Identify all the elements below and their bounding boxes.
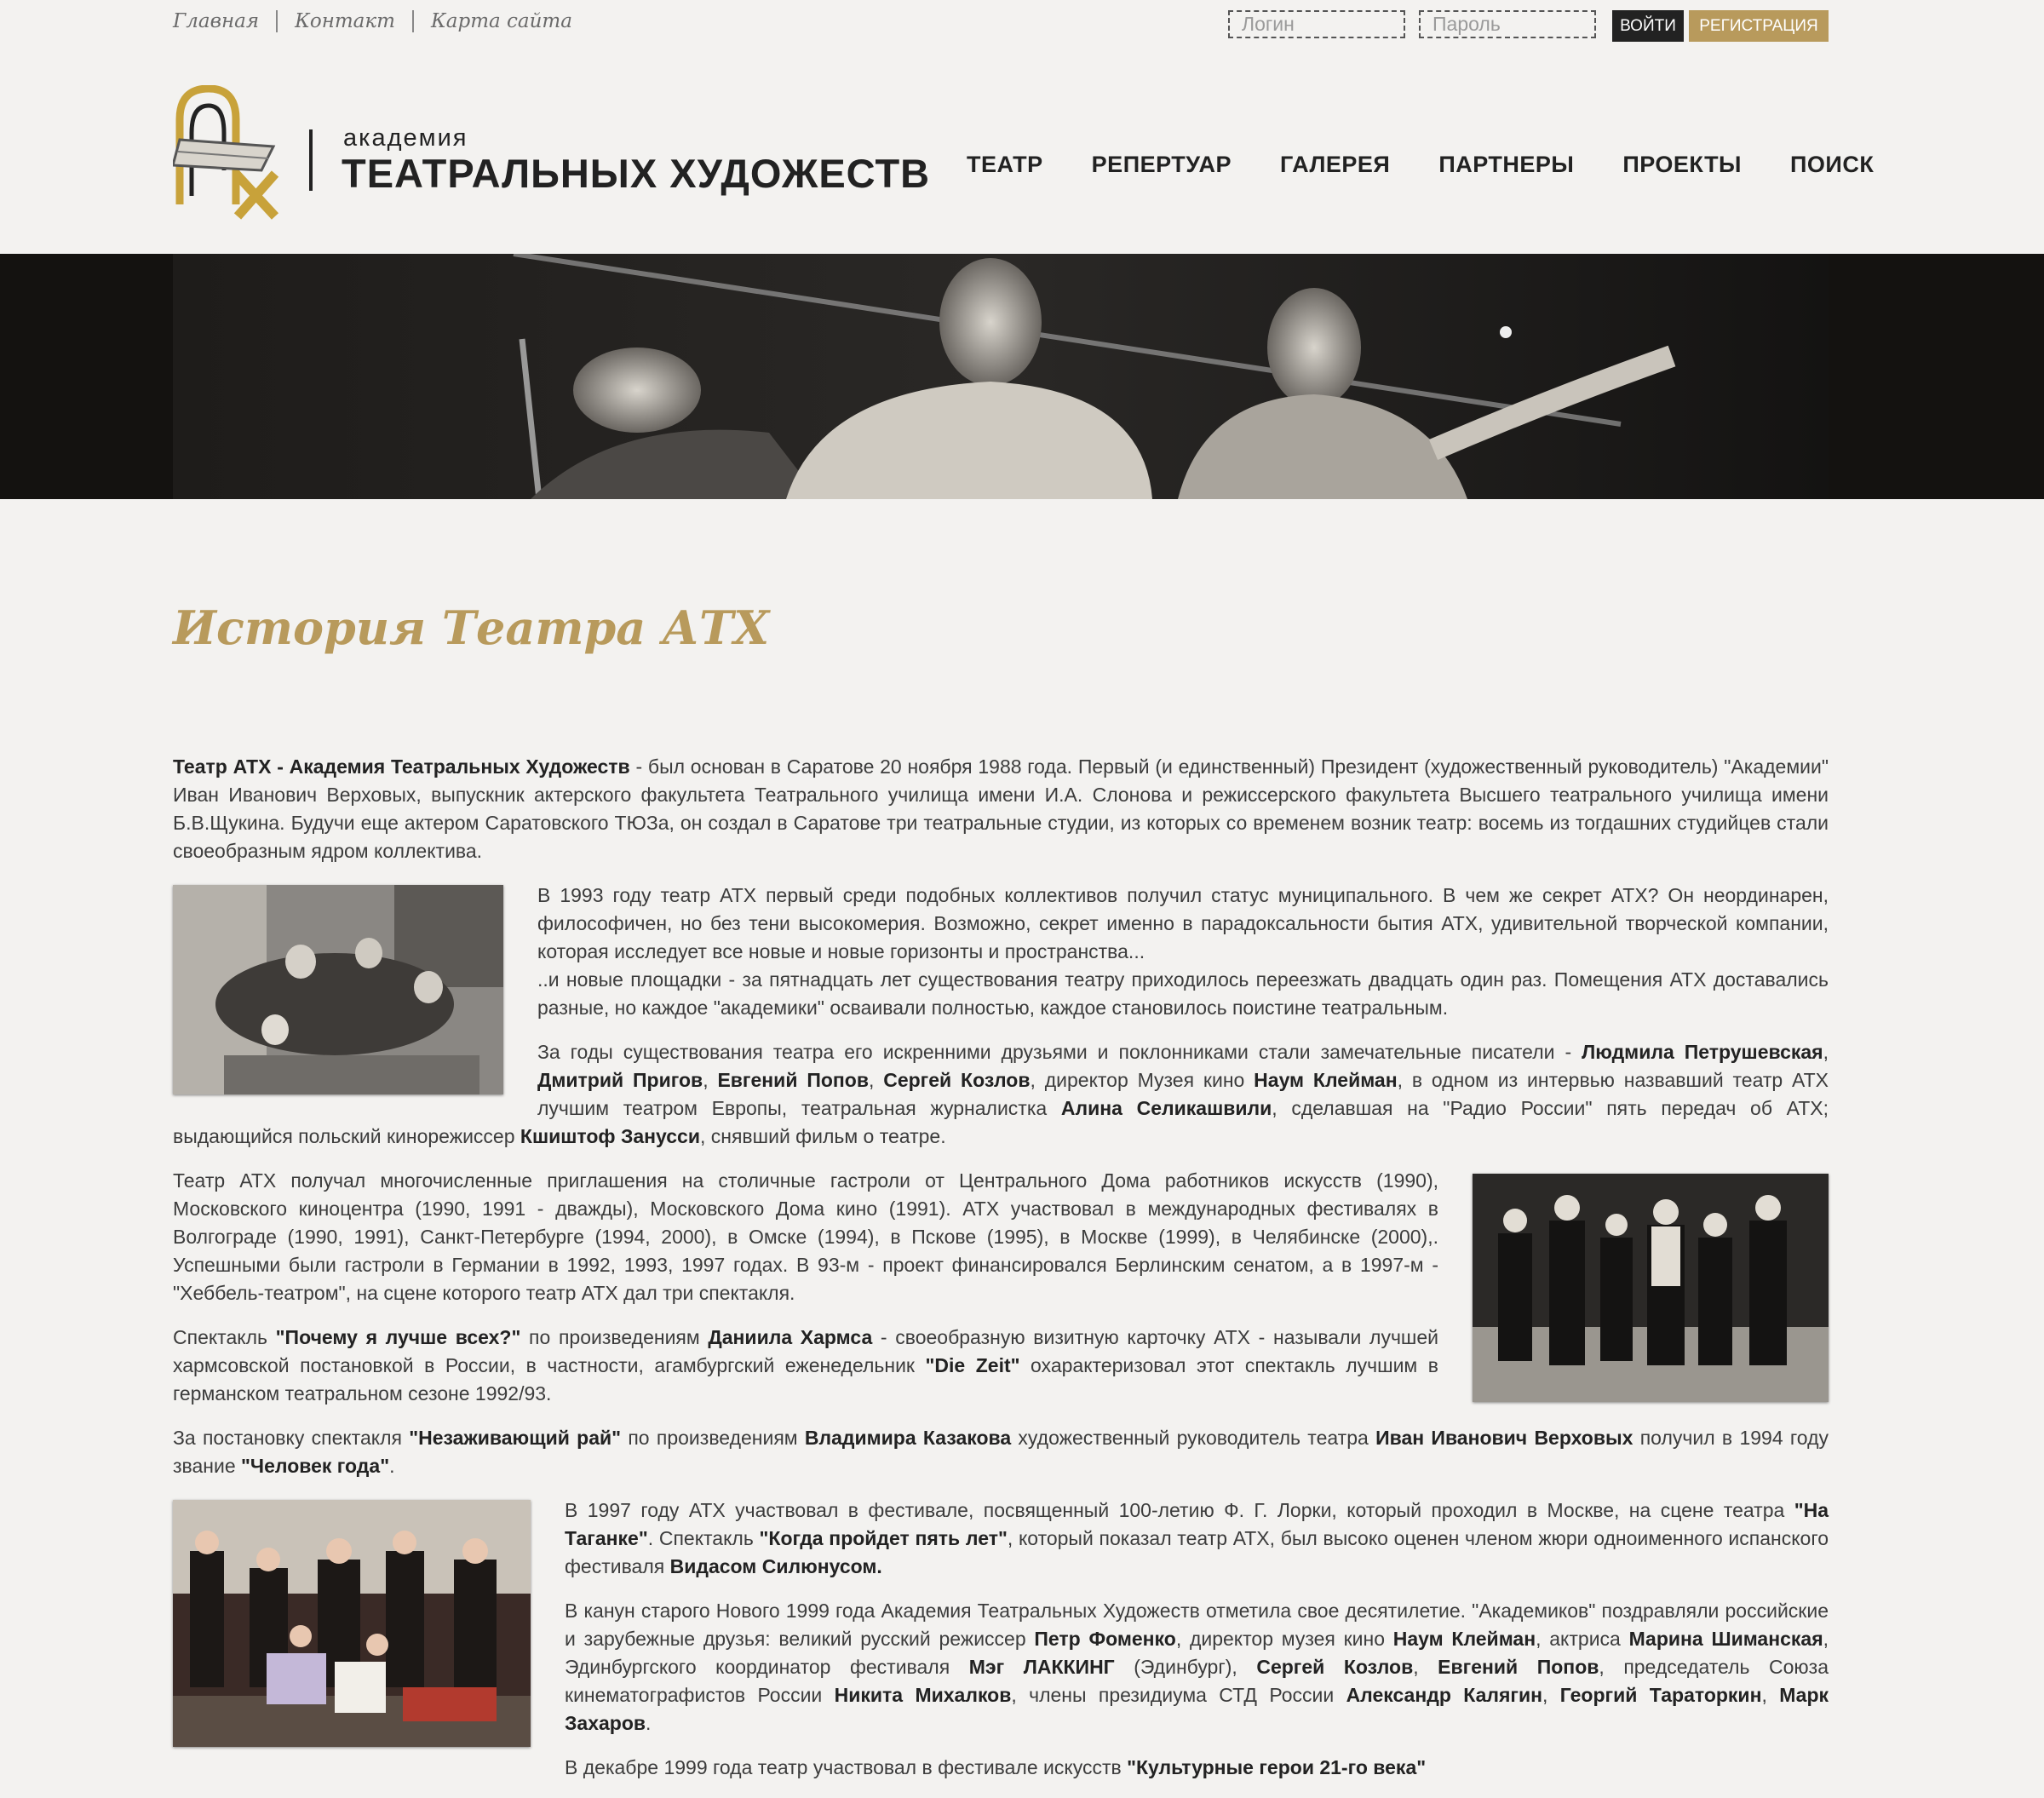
text-run: За постановку спектакля [173, 1427, 410, 1449]
text-run: (Эдинбург), [1114, 1656, 1257, 1678]
bold-text: Сергей Козлов [1256, 1656, 1414, 1678]
text-run: . Спектакль [647, 1527, 760, 1549]
bold-text: Наум Клейман [1254, 1069, 1398, 1091]
top-bar: Главная Контакт Карта сайта ВОЙТИ РЕГИСТ… [0, 0, 2044, 51]
photo-group-floor[interactable] [173, 885, 503, 1094]
bold-text: Евгений Попов [1438, 1656, 1599, 1678]
top-link-contact[interactable]: Контакт [276, 10, 412, 32]
text-run: В 1997 году АТХ участвовал в фестивале, … [565, 1499, 1794, 1521]
login-form [1228, 10, 1596, 38]
hero-banner [0, 254, 2044, 499]
nav-gallery[interactable]: ГАЛЕРЕЯ [1280, 152, 1390, 178]
top-links: Главная Контакт Карта сайта [173, 10, 589, 32]
text-run: , директор Музея кино [1030, 1069, 1255, 1091]
bold-text: "Незаживающий рай" [409, 1427, 622, 1449]
bold-text: Алина Селикашвили [1060, 1097, 1272, 1119]
text-run: . [646, 1712, 652, 1734]
bold-text: Театр АТХ - Академия Театральных Художес… [173, 755, 630, 778]
text-run: , актриса [1536, 1628, 1629, 1650]
site-logo[interactable]: академия ТЕАТРАЛЬНЫХ ХУДОЖЕСТВ [173, 85, 929, 221]
text-run: В декабре 1999 года театр участвовал в ф… [565, 1756, 1128, 1778]
bold-text: Владимира Казакова [804, 1427, 1012, 1449]
bold-text: Марина Шиманская [1628, 1628, 1823, 1650]
bold-text: "Die Zeit" [925, 1354, 1020, 1376]
text-run: по произведениям [520, 1326, 709, 1348]
bold-text: Наум Клейман [1392, 1628, 1536, 1650]
password-input[interactable] [1419, 10, 1596, 38]
bold-text: Дмитрий Пригов [537, 1069, 703, 1091]
paragraph: За постановку спектакля "Незаживающий ра… [173, 1424, 1829, 1480]
bold-text: Кшиштоф Занусси [520, 1125, 700, 1147]
nav-repertoire[interactable]: РЕПЕРТУАР [1092, 152, 1232, 178]
photo-group-standing[interactable] [1473, 1174, 1829, 1402]
bold-text: Сергей Козлов [883, 1069, 1031, 1091]
bold-text: Александр Калягин [1346, 1684, 1542, 1706]
text-run: по произведениям [621, 1427, 805, 1449]
text-run: , [868, 1069, 884, 1091]
bold-text: Георгий Тараторкин [1559, 1684, 1762, 1706]
logo-subtitle: академия [343, 124, 468, 152]
bold-text: "Почему я лучше всех?" [275, 1326, 521, 1348]
bold-text: Видасом Силюнусом. [669, 1555, 882, 1577]
bold-text: Петр Фоменко [1034, 1628, 1176, 1650]
text-run: , [1542, 1684, 1560, 1706]
bold-text: Мэг ЛАККИНГ [968, 1656, 1115, 1678]
bold-text: Никита Михалков [834, 1684, 1012, 1706]
text-run: . [389, 1455, 395, 1477]
paragraph: В декабре 1999 года театр участвовал в ф… [173, 1754, 1829, 1782]
nav-search[interactable]: ПОИСК [1790, 152, 1874, 178]
photo-actors-floor [173, 885, 503, 1094]
login-input[interactable] [1228, 10, 1405, 38]
text-run: , [703, 1069, 718, 1091]
text-run: , [1761, 1684, 1780, 1706]
bold-text: "Культурные герои 21-го века" [1127, 1756, 1427, 1778]
text-run: художественный руководитель театра [1011, 1427, 1376, 1449]
text-run: ..и новые площадки - за пятнадцать лет с… [537, 968, 1829, 1019]
bold-text: Людмила Петрушевская [1582, 1041, 1823, 1063]
top-link-sitemap[interactable]: Карта сайта [411, 10, 589, 32]
logo-title: ТЕАТРАЛЬНЫХ ХУДОЖЕСТВ [342, 151, 931, 196]
paragraph: Театр АТХ - Академия Театральных Художес… [173, 753, 1829, 865]
bold-text: Евгений Попов [717, 1069, 869, 1091]
bold-text: "Человек года" [241, 1455, 390, 1477]
text-run: , [1823, 1041, 1829, 1063]
logo-mark-icon [173, 85, 279, 220]
logo-divider [309, 129, 313, 191]
text-run: Спектакль [173, 1326, 276, 1348]
bold-text: "Когда пройдет пять лет" [759, 1527, 1008, 1549]
photo-actors-color [173, 1500, 531, 1747]
page-title: История Театра АТХ [173, 600, 770, 655]
nav-projects[interactable]: ПРОЕКТЫ [1622, 152, 1742, 178]
text-run: Театр АТХ получал многочисленные приглаш… [173, 1169, 1438, 1304]
nav-theatre[interactable]: ТЕАТР [967, 152, 1043, 178]
register-button[interactable]: РЕГИСТРАЦИЯ [1689, 10, 1829, 42]
banner-photo [173, 254, 1829, 499]
text-run: , [1413, 1656, 1438, 1678]
login-button[interactable]: ВОЙТИ [1612, 10, 1684, 42]
text-run: , члены президиума СТД России [1011, 1684, 1346, 1706]
text-run: , директор музея кино [1175, 1628, 1393, 1650]
photo-actors-standing [1473, 1174, 1829, 1402]
text-run: В 1993 году театр АТХ первый среди подоб… [537, 884, 1829, 962]
photo-group-color[interactable] [173, 1500, 531, 1747]
bold-text: Даниила Хармса [708, 1326, 873, 1348]
bold-text: Иван Иванович Верховых [1375, 1427, 1633, 1449]
text-run: , снявший фильм о театре. [699, 1125, 946, 1147]
article-content: Театр АТХ - Академия Театральных Художес… [173, 753, 1829, 1798]
nav-partners[interactable]: ПАРТНЕРЫ [1438, 152, 1574, 178]
top-link-home[interactable]: Главная [173, 10, 276, 32]
main-nav: ТЕАТР РЕПЕРТУАР ГАЛЕРЕЯ ПАРТНЕРЫ ПРОЕКТЫ… [967, 152, 1874, 178]
text-run: За годы существования театра его искренн… [537, 1041, 1582, 1063]
